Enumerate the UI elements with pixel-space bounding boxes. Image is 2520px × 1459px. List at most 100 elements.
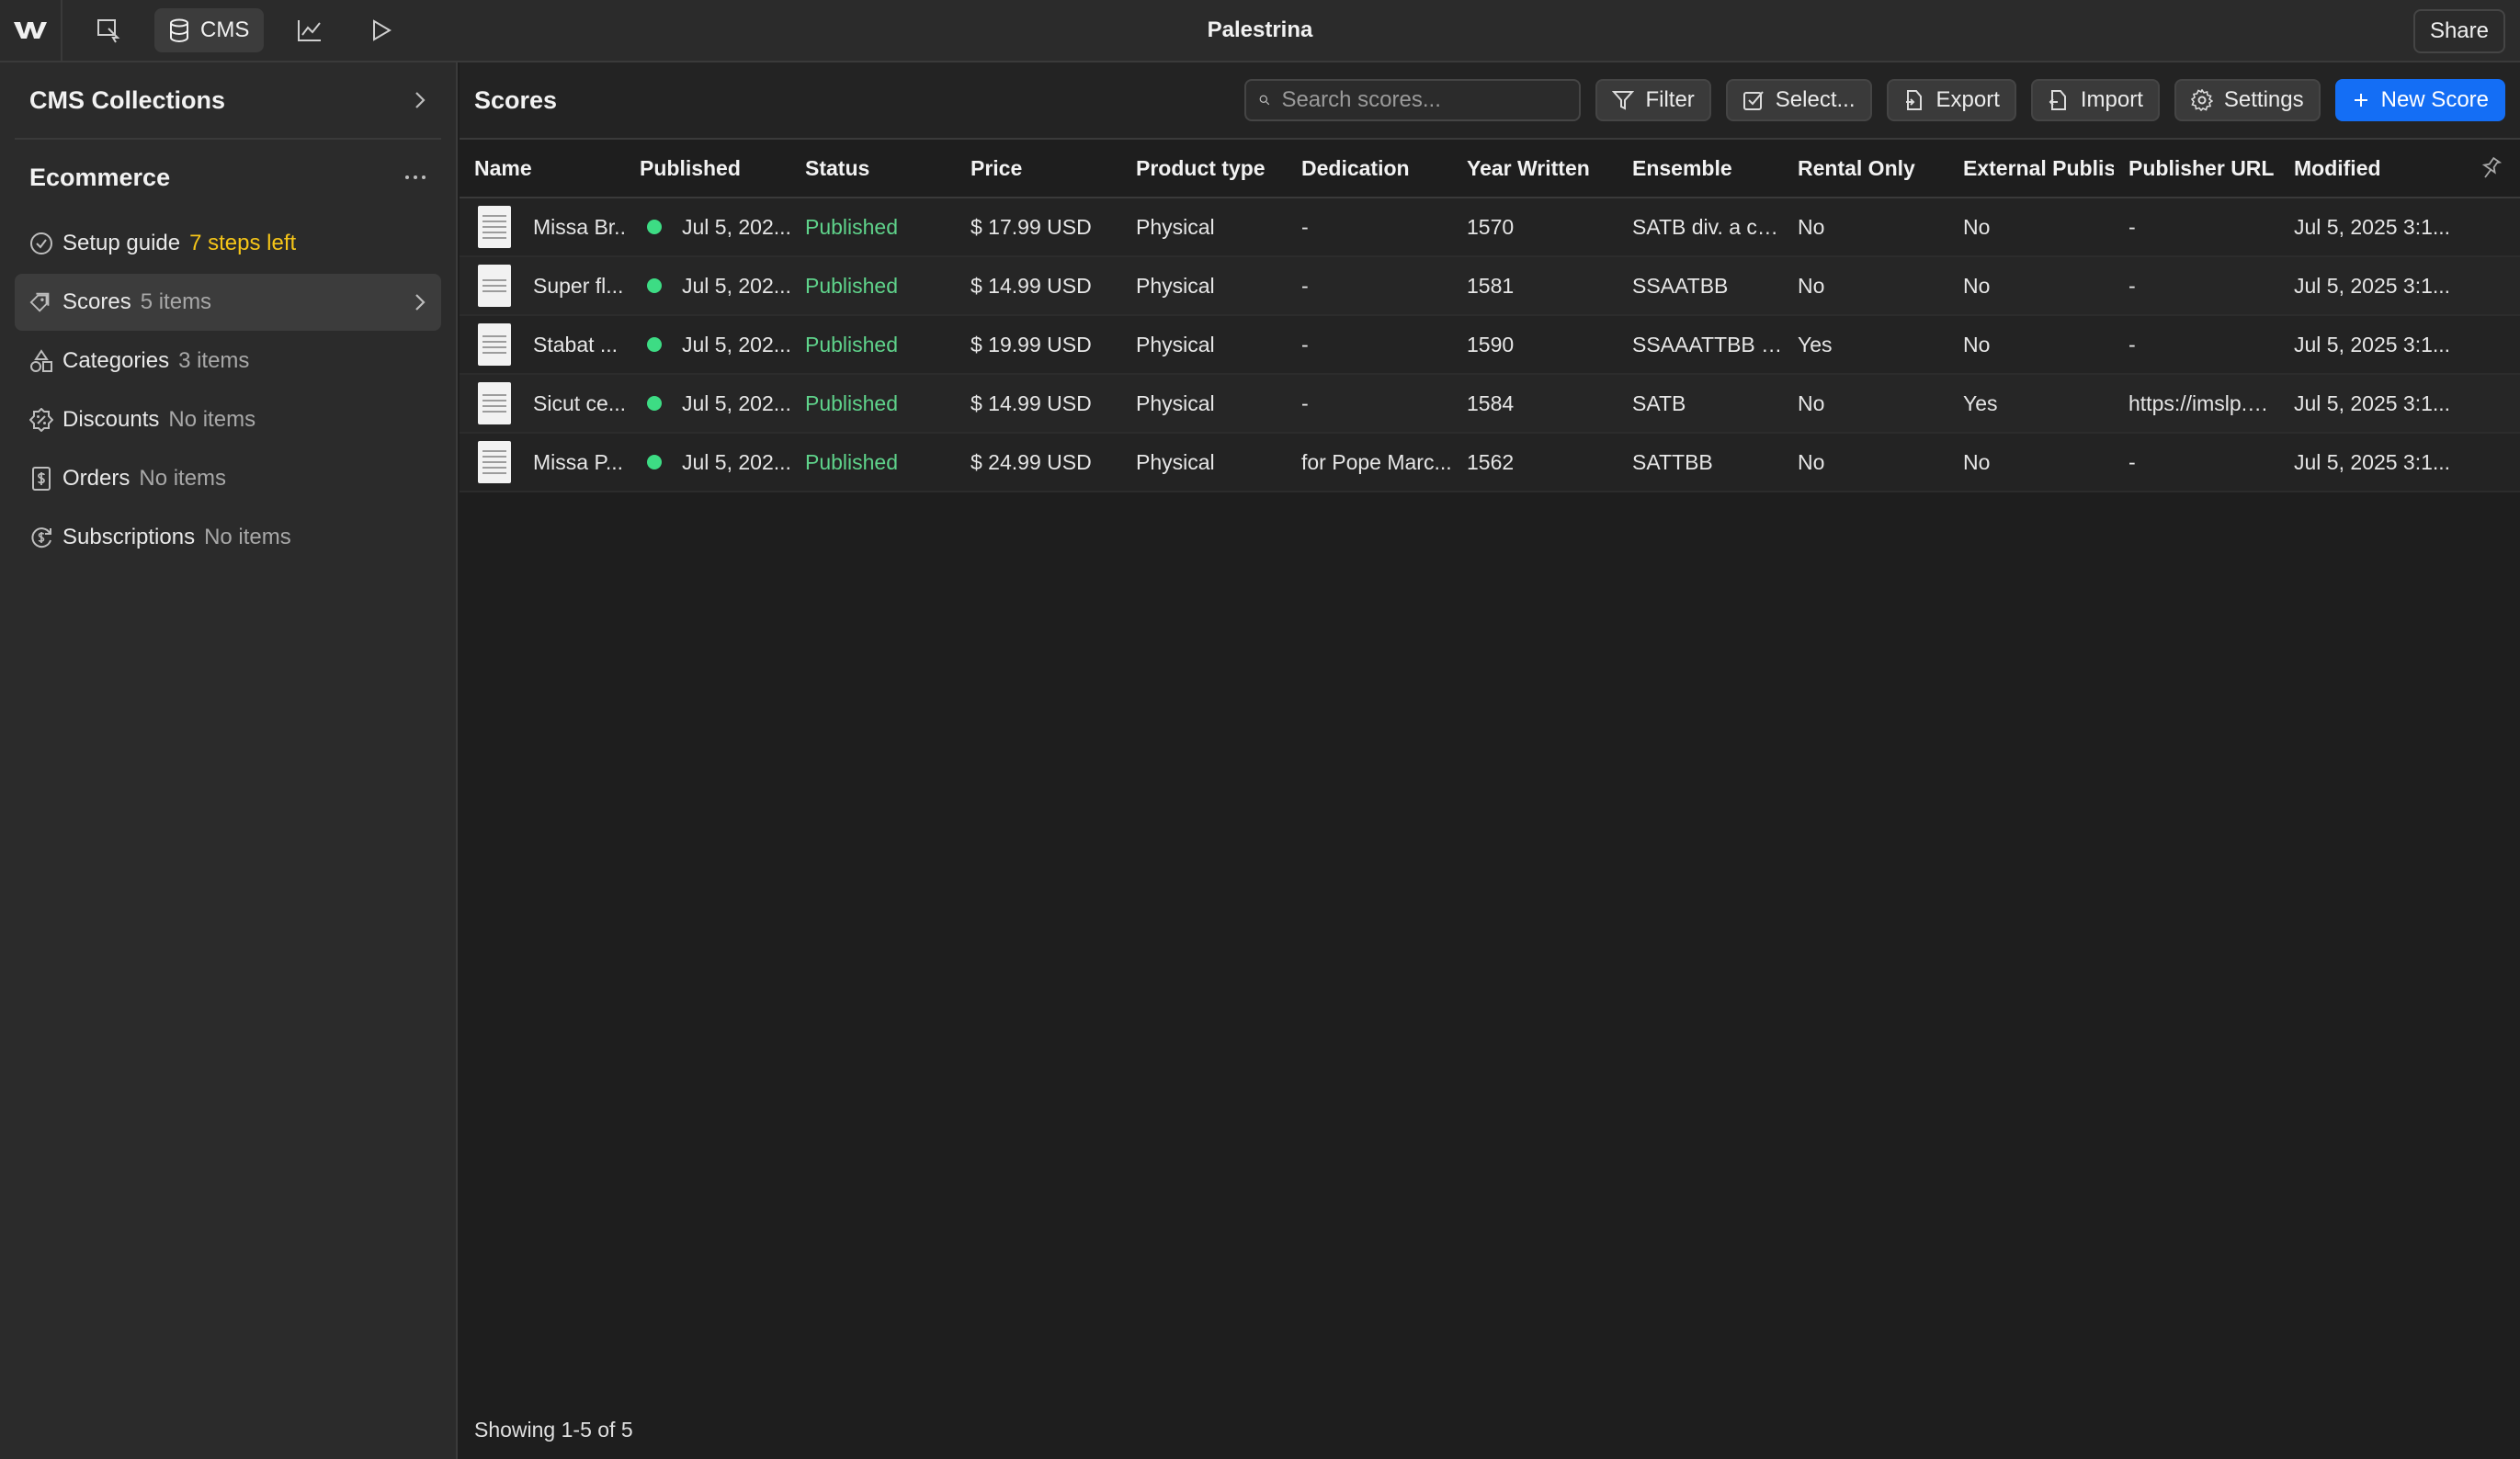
cell-dedication: for Pope Marc... (1301, 449, 1452, 474)
cell-year-written: 1590 (1467, 332, 1515, 356)
column-header-year-written[interactable]: Year Written (1452, 156, 1618, 181)
import-label: Import (2080, 87, 2143, 112)
published-date: Jul 5, 202... (682, 390, 790, 415)
column-header-price[interactable]: Price (956, 156, 1121, 181)
select-button[interactable]: Select... (1725, 79, 1872, 121)
published-date: Jul 5, 202... (682, 214, 790, 239)
column-header-published[interactable]: Published (625, 156, 790, 181)
sidebar-item-setup-guide[interactable]: Setup guide 7 steps left (15, 215, 441, 272)
score-thumbnail (478, 206, 511, 248)
designer-button[interactable] (83, 8, 134, 52)
published-dot (647, 455, 662, 469)
published-dot (647, 396, 662, 411)
column-header-ensemble[interactable]: Ensemble (1618, 156, 1783, 181)
cell-year-written: 1584 (1467, 390, 1515, 415)
analytics-button[interactable] (284, 8, 335, 52)
table-row[interactable]: Stabat ... Jul 5, 202... Published $ 19.… (460, 316, 2520, 375)
line-chart-icon (298, 20, 322, 41)
table-row[interactable]: Sicut ce... Jul 5, 202... Published $ 14… (460, 375, 2520, 434)
column-header-product-type[interactable]: Product type (1121, 156, 1287, 181)
score-name: Missa Br... (533, 214, 625, 239)
filter-icon (1612, 91, 1635, 110)
filter-button[interactable]: Filter (1595, 79, 1711, 121)
table-row[interactable]: Missa Br... Jul 5, 202... Published $ 17… (460, 198, 2520, 257)
cell-name: Sicut ce... (460, 382, 625, 424)
cell-product-type: Physical (1136, 214, 1215, 239)
import-button[interactable]: Import (2030, 79, 2160, 121)
cell-rental-only: No (1798, 390, 1825, 415)
sidebar-item-count: No items (204, 525, 291, 549)
cell-modified: Jul 5, 2025 3:1... (2294, 214, 2451, 239)
column-header-external-publish[interactable]: External Publish (1948, 156, 2114, 181)
column-header-publisher-url[interactable]: Publisher URL (2114, 156, 2279, 181)
export-icon (1905, 90, 1922, 110)
cms-tab-button[interactable]: CMS (154, 8, 265, 52)
cell-ensemble: SATB (1632, 390, 1686, 415)
sidebar-item-orders[interactable]: Orders No items (15, 450, 441, 507)
cell-external-publish: No (1963, 332, 1991, 356)
cell-publisher-url[interactable]: https://imslp.or... (2114, 391, 2279, 416)
settings-button[interactable]: Settings (2174, 79, 2321, 121)
collection-title: Scores (474, 85, 558, 114)
more-options-icon[interactable] (404, 174, 426, 181)
cell-publisher-url: - (2128, 449, 2136, 474)
search-box[interactable] (1244, 79, 1582, 121)
cell-published: Jul 5, 202... (625, 274, 790, 299)
pin-icon[interactable] (2480, 156, 2502, 180)
cell-price: $ 17.99 USD (971, 214, 1092, 239)
cell-modified: Jul 5, 2025 3:1... (2294, 449, 2451, 474)
cell-external-publish: No (1963, 273, 1991, 298)
column-header-dedication[interactable]: Dedication (1287, 156, 1452, 181)
score-thumbnail (478, 441, 511, 483)
sidebar-item-scores[interactable]: Scores 5 items (15, 274, 441, 331)
cell-publisher-url: - (2128, 214, 2136, 239)
cell-price: $ 14.99 USD (971, 390, 1092, 415)
sidebar-item-discounts[interactable]: Discounts No items (15, 391, 441, 448)
export-button[interactable]: Export (1886, 79, 2016, 121)
sidebar-item-count: No items (139, 466, 227, 491)
collection-toolbar: Filter Select... Export (1244, 79, 2505, 121)
cell-name: Stabat ... (460, 323, 625, 366)
cms-collections-title: CMS Collections (29, 85, 226, 114)
cell-name: Missa Br... (460, 206, 625, 248)
check-circle-icon (29, 232, 53, 255)
cms-sidebar: CMS Collections Ecommerce Setup guide 7 … (0, 62, 458, 1459)
preview-button[interactable] (356, 8, 407, 52)
chevron-right-icon (415, 294, 426, 311)
chevron-right-icon (415, 92, 426, 108)
subscription-cycle-icon (29, 526, 53, 549)
app-window: CMS Palestrina Share CMS Collections Eco… (0, 0, 2520, 1459)
sidebar-item-categories[interactable]: Categories 3 items (15, 333, 441, 390)
table-body: Missa Br... Jul 5, 202... Published $ 17… (460, 198, 2520, 492)
cell-rental-only: Yes (1798, 332, 1833, 356)
cell-dedication: - (1301, 214, 1309, 239)
column-header-status[interactable]: Status (790, 156, 956, 181)
table-row[interactable]: Missa P... Jul 5, 202... Published $ 24.… (460, 434, 2520, 492)
cell-published: Jul 5, 202... (625, 391, 790, 416)
cell-published: Jul 5, 202... (625, 215, 790, 240)
cell-status: Published (805, 390, 899, 415)
cell-year-written: 1562 (1467, 449, 1515, 474)
cell-ensemble: SSAAATTBB (2... (1632, 332, 1783, 356)
published-dot (647, 337, 662, 352)
column-header-rental-only[interactable]: Rental Only (1783, 156, 1948, 181)
cell-year-written: 1581 (1467, 273, 1515, 298)
score-name: Sicut ce... (533, 390, 625, 415)
share-button[interactable]: Share (2412, 9, 2505, 53)
table-row[interactable]: Super fl... Jul 5, 202... Published $ 14… (460, 257, 2520, 316)
webflow-logo[interactable] (0, 0, 62, 61)
new-score-button[interactable]: New Score (2334, 79, 2505, 121)
import-icon (2049, 90, 2066, 110)
sidebar-item-subscriptions[interactable]: Subscriptions No items (15, 509, 441, 566)
search-input[interactable] (1281, 87, 1567, 113)
column-header-modified[interactable]: Modified (2279, 156, 2465, 181)
cell-product-type: Physical (1136, 273, 1215, 298)
settings-label: Settings (2223, 87, 2304, 112)
cell-publisher-url: - (2128, 332, 2136, 356)
cms-collections-header[interactable]: CMS Collections (15, 62, 441, 140)
scores-table: Name Published Status Price Product type… (460, 140, 2520, 492)
column-header-name[interactable]: Name (460, 156, 625, 181)
score-thumbnail (478, 382, 511, 424)
sidebar-item-label: Orders (62, 466, 131, 491)
cell-external-publish: Yes (1963, 390, 1998, 415)
